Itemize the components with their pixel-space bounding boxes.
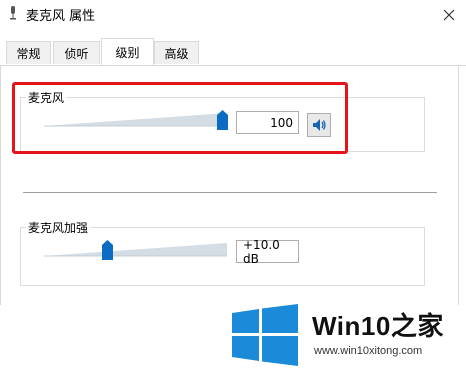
tab-bar: 常规 侦听 级别 高级 <box>0 38 466 66</box>
boost-level-input[interactable]: +10.0 dB <box>236 238 299 266</box>
title-bar: 麦克风 属性 <box>0 0 466 34</box>
tab-listen[interactable]: 侦听 <box>53 41 100 64</box>
boost-label: 麦克风加强 <box>26 219 91 236</box>
panel-border <box>458 65 459 305</box>
tab-levels[interactable]: 级别 <box>101 38 154 65</box>
watermark-url: www.win10xitong.com <box>314 345 423 357</box>
close-button[interactable] <box>432 0 466 30</box>
watermark-brand: Win10之家 <box>312 311 444 341</box>
boost-slider-thumb[interactable] <box>101 240 113 260</box>
tab-general[interactable]: 常规 <box>6 41 51 64</box>
panel-border <box>0 65 1 305</box>
microphone-level-input[interactable]: 100 <box>236 111 299 134</box>
mute-button[interactable] <box>307 113 331 137</box>
boost-level-slider[interactable] <box>44 240 230 262</box>
microphone-label: 麦克风 <box>26 89 67 106</box>
slider-track <box>44 243 227 257</box>
windows-logo-icon <box>232 304 298 366</box>
separator <box>23 192 437 193</box>
slider-track <box>44 113 227 127</box>
speaker-icon <box>313 119 326 131</box>
microphone-slider-thumb[interactable] <box>217 110 228 130</box>
close-icon <box>443 9 455 21</box>
microphone-level-slider[interactable] <box>44 110 230 132</box>
microphone-icon <box>10 6 16 20</box>
window-title: 麦克风 属性 <box>26 9 96 24</box>
tab-advanced[interactable]: 高级 <box>154 41 199 64</box>
